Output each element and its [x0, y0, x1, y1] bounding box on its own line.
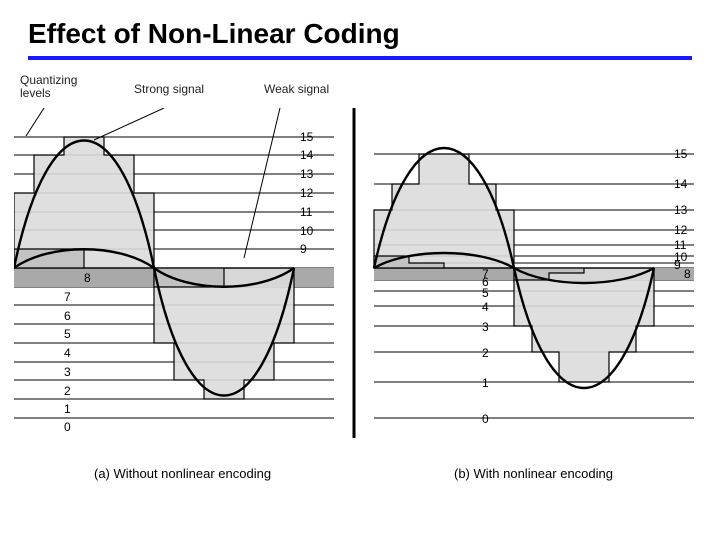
svg-text:7: 7 [64, 290, 71, 304]
diagram-svg: 151413 121110 98 765 432 10 [14, 108, 706, 508]
svg-text:0: 0 [64, 420, 71, 434]
svg-text:2: 2 [482, 346, 489, 360]
svg-text:4: 4 [482, 300, 489, 314]
svg-text:12: 12 [300, 186, 314, 200]
svg-text:5: 5 [64, 327, 71, 341]
svg-text:8: 8 [84, 271, 91, 285]
svg-text:1: 1 [482, 376, 489, 390]
svg-text:13: 13 [674, 203, 688, 217]
svg-text:4: 4 [64, 346, 71, 360]
svg-text:0: 0 [482, 412, 489, 426]
figure: Quantizing levels Strong signal Weak sig… [14, 74, 706, 508]
label-strong: Strong signal [134, 82, 204, 96]
label-weak: Weak signal [264, 82, 329, 96]
svg-text:2: 2 [64, 384, 71, 398]
svg-text:15: 15 [674, 147, 688, 161]
annotation-layer: Quantizing levels Strong signal Weak sig… [14, 74, 706, 108]
svg-text:14: 14 [300, 148, 314, 162]
caption-a: (a) Without nonlinear encoding [94, 466, 271, 481]
svg-text:12: 12 [674, 223, 688, 237]
title-underline [28, 56, 692, 60]
svg-text:13: 13 [300, 167, 314, 181]
svg-text:5: 5 [482, 286, 489, 300]
svg-text:1: 1 [64, 402, 71, 416]
svg-text:9: 9 [300, 242, 307, 256]
svg-text:8: 8 [684, 267, 691, 281]
leader-strong [94, 108, 164, 140]
leader-weak [244, 108, 280, 258]
svg-text:6: 6 [64, 309, 71, 323]
label-quantizing: Quantizing levels [20, 74, 77, 100]
svg-text:3: 3 [64, 365, 71, 379]
leader-q [26, 108, 44, 136]
svg-text:11: 11 [300, 205, 313, 219]
svg-text:15: 15 [300, 130, 314, 144]
page-title: Effect of Non-Linear Coding [0, 0, 720, 56]
caption-b: (b) With nonlinear encoding [454, 466, 613, 481]
svg-text:10: 10 [300, 224, 314, 238]
svg-text:3: 3 [482, 320, 489, 334]
svg-text:9: 9 [674, 258, 681, 272]
svg-text:14: 14 [674, 177, 688, 191]
